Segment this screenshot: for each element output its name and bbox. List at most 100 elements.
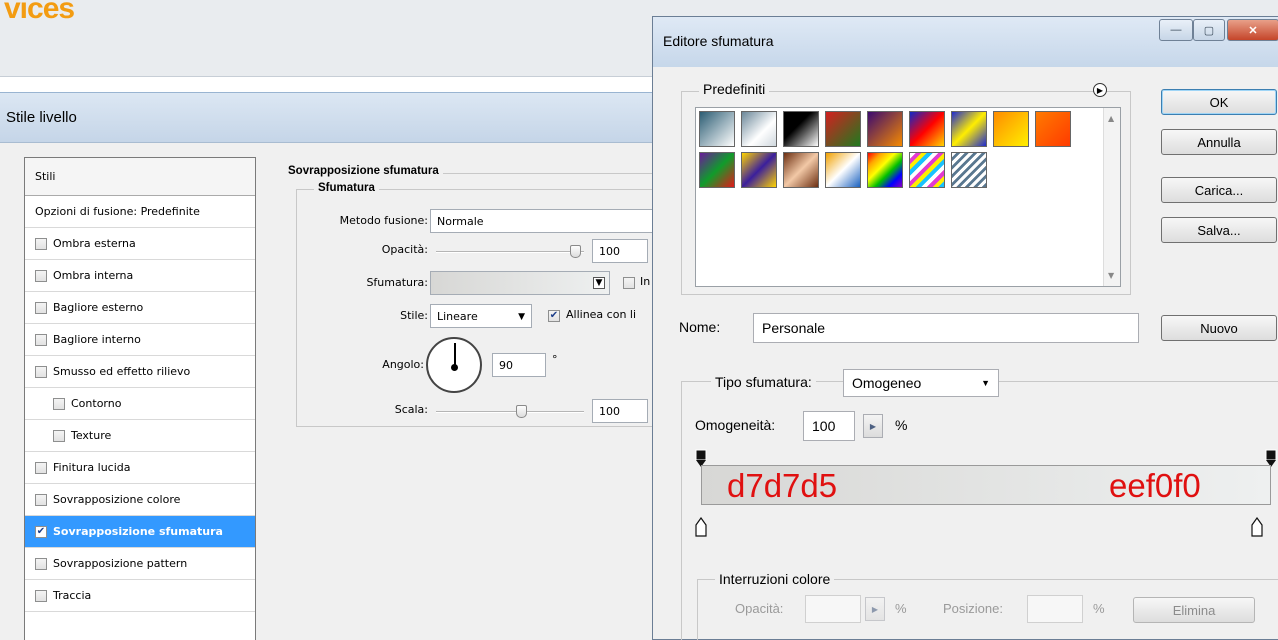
gradient-editor-titlebar: Editore sfumatura — ▢ ✕ (653, 17, 1278, 67)
stop-opacity-label: Opacità: (735, 601, 784, 616)
style-checkbox[interactable] (35, 237, 47, 250)
style-list-item[interactable]: Ombra interna (25, 260, 255, 292)
scale-slider-track[interactable] (436, 411, 584, 413)
smoothness-input[interactable]: 100 (803, 411, 855, 441)
gradient-dropdown-icon[interactable]: ▼ (593, 277, 605, 289)
style-list-item[interactable]: Bagliore esterno (25, 292, 255, 324)
end-color-hex: eef0f0 (1109, 467, 1201, 504)
scroll-up-icon[interactable]: ▲ (1108, 114, 1114, 123)
smoothness-label: Omogeneità: (695, 417, 776, 433)
blend-mode-select[interactable]: Normale (430, 209, 660, 233)
align-checkbox[interactable]: ✔ (548, 310, 560, 322)
cancel-button[interactable]: Annulla (1161, 129, 1277, 155)
style-list-item[interactable]: Traccia (25, 580, 255, 612)
stop-opacity-input[interactable] (805, 595, 861, 623)
preset-swatch[interactable] (741, 152, 777, 188)
preset-swatch[interactable] (699, 111, 735, 147)
style-select[interactable]: Lineare ▼ (430, 304, 532, 328)
gradient-preview-picker[interactable]: ▼ (430, 271, 610, 295)
angle-dial[interactable] (426, 337, 482, 393)
styles-header-label: Stili (35, 170, 56, 183)
minimize-icon: — (1170, 24, 1182, 36)
background-logo: vices (4, 0, 75, 25)
style-item-label: Sovrapposizione pattern (53, 557, 188, 570)
color-stops-label: Interruzioni colore (715, 571, 835, 587)
scroll-down-icon[interactable]: ▼ (1108, 271, 1114, 280)
style-list-item[interactable]: Bagliore interno (25, 324, 255, 356)
gradient-editor-window: Editore sfumatura — ▢ ✕ Predefiniti ▶ ▲ … (652, 16, 1278, 640)
stop-location-input[interactable] (1027, 595, 1083, 623)
layer-style-title: Stile livello (6, 109, 77, 126)
scale-input[interactable]: 100 (592, 399, 648, 423)
angle-input[interactable]: 90 (492, 353, 546, 377)
smoothness-stepper[interactable]: ▶ (863, 414, 883, 438)
color-stop-right-icon[interactable] (1251, 517, 1263, 537)
styles-list-header[interactable]: Stili (25, 158, 255, 196)
name-input[interactable]: Personale (753, 313, 1139, 343)
minimize-button[interactable]: — (1159, 19, 1193, 41)
preset-swatch[interactable] (741, 111, 777, 147)
reverse-checkbox[interactable] (623, 277, 635, 289)
style-checkbox[interactable] (35, 493, 47, 506)
angle-label: Angolo: (382, 358, 424, 371)
close-button[interactable]: ✕ (1227, 19, 1278, 41)
stop-opacity-stepper[interactable]: ▶ (865, 597, 885, 621)
style-checkbox[interactable] (35, 589, 47, 602)
close-icon: ✕ (1248, 24, 1258, 37)
maximize-button[interactable]: ▢ (1193, 19, 1225, 41)
gradient-type-select[interactable]: Omogeneo ▼ (843, 369, 999, 397)
preset-swatch[interactable] (825, 111, 861, 147)
name-input-value: Personale (762, 320, 826, 336)
preset-swatch[interactable] (909, 152, 945, 188)
style-checkbox[interactable] (35, 301, 47, 314)
style-list-item[interactable]: ✔ Sovrapposizione sfumatura (25, 516, 255, 548)
style-checkbox[interactable] (35, 365, 47, 378)
opacity-slider-track[interactable] (436, 251, 584, 253)
ok-button[interactable]: OK (1161, 89, 1277, 115)
style-checkbox[interactable] (35, 333, 47, 346)
style-list-item[interactable]: Texture (25, 420, 255, 452)
style-checkbox[interactable] (53, 429, 65, 442)
gradient-label: Sfumatura: (366, 276, 428, 289)
preset-swatch[interactable] (1035, 111, 1071, 147)
load-button[interactable]: Carica... (1161, 177, 1277, 203)
preset-swatch[interactable] (993, 111, 1029, 147)
style-checkbox[interactable]: ✔ (35, 525, 47, 538)
preset-swatch[interactable] (699, 152, 735, 188)
scale-label: Scala: (394, 403, 428, 416)
preset-swatch[interactable] (783, 111, 819, 147)
style-list-item[interactable]: Ombra esterna (25, 228, 255, 260)
angle-center-dot (451, 364, 458, 371)
opacity-slider-thumb[interactable] (570, 245, 581, 258)
preset-swatch[interactable] (909, 111, 945, 147)
preset-swatch[interactable] (825, 152, 861, 188)
style-list-item[interactable]: Finitura lucida (25, 452, 255, 484)
scale-slider-thumb[interactable] (516, 405, 528, 418)
blend-options-label: Opzioni di fusione: Predefinite (35, 205, 200, 218)
blend-options-item[interactable]: Opzioni di fusione: Predefinite (25, 196, 255, 228)
color-stop-left-icon[interactable] (695, 517, 707, 537)
opacity-input[interactable]: 100 (592, 239, 648, 263)
save-button[interactable]: Salva... (1161, 217, 1277, 243)
delete-button[interactable]: Elimina (1133, 597, 1255, 623)
new-button[interactable]: Nuovo (1161, 315, 1277, 341)
preset-swatch[interactable] (783, 152, 819, 188)
style-list-item[interactable]: Contorno (25, 388, 255, 420)
style-item-label: Sovrapposizione sfumatura (53, 525, 223, 538)
preset-swatch[interactable] (867, 111, 903, 147)
stop-location-percent: % (1093, 601, 1105, 616)
gradient-subgroup-title: Sfumatura (314, 182, 379, 194)
style-checkbox[interactable] (35, 461, 47, 474)
preset-swatch[interactable] (951, 152, 987, 188)
style-checkbox[interactable] (35, 557, 47, 570)
presets-scrollbar[interactable]: ▲ ▼ (1103, 108, 1120, 286)
style-checkbox[interactable] (53, 397, 65, 410)
style-list-item[interactable]: Sovrapposizione pattern (25, 548, 255, 580)
presets-menu-icon[interactable]: ▶ (1093, 83, 1107, 97)
style-list-item[interactable]: Smusso ed effetto rilievo (25, 356, 255, 388)
style-checkbox[interactable] (35, 269, 47, 282)
preset-swatch[interactable] (951, 111, 987, 147)
style-list-item[interactable]: Sovrapposizione colore (25, 484, 255, 516)
preset-swatch[interactable] (867, 152, 903, 188)
style-item-label: Smusso ed effetto rilievo (53, 365, 191, 378)
